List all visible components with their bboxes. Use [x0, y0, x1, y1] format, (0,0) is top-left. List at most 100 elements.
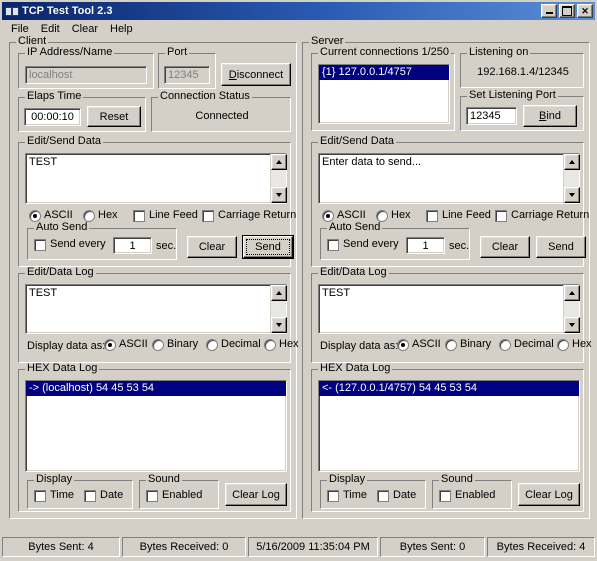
plug-connector-icon — [5, 4, 19, 18]
chevron-down-icon — [276, 323, 282, 327]
client-sound-group: Sound Enabled — [139, 474, 219, 509]
client-sound-enabled-label: Enabled — [162, 489, 203, 501]
server-clear-log-label: Clear Log — [525, 488, 573, 501]
server-display-date-label: Date — [393, 489, 417, 501]
server-connections-listbox[interactable]: {1} 127.0.0.1/4757 — [318, 64, 450, 124]
client-display-ascii-radio[interactable]: ASCII — [104, 338, 148, 351]
server-datalog-scrollbar[interactable] — [563, 285, 580, 333]
list-item[interactable]: {1} 127.0.0.1/4757 — [319, 65, 449, 80]
scroll-down-button[interactable] — [271, 187, 287, 203]
client-display-hex-radio[interactable]: Hex — [264, 338, 299, 351]
server-display-time-label: Time — [343, 489, 368, 501]
chevron-down-icon — [569, 323, 575, 327]
maximize-button[interactable] — [559, 4, 575, 18]
client-display-date-checkbox[interactable]: Date — [84, 489, 123, 502]
server-send-scrollbar[interactable] — [563, 154, 580, 203]
server-listen-port-input[interactable]: 12345 — [466, 107, 517, 125]
server-clear-log-button[interactable]: Clear Log — [518, 483, 580, 506]
scroll-track[interactable] — [564, 301, 579, 317]
ip-address-input[interactable]: localhost — [25, 66, 147, 84]
disconnect-button[interactable]: Disconnect — [221, 63, 291, 86]
status-server-bytes-received: Bytes Received: 4 — [487, 537, 595, 557]
server-display-options-group: Display Time Date — [320, 474, 426, 509]
server-display-ascii-radio[interactable]: ASCII — [397, 338, 441, 351]
minimize-button[interactable] — [541, 4, 557, 18]
server-hexlog-listbox[interactable]: <- (127.0.0.1/4757) 54 45 53 54 — [318, 380, 580, 472]
server-carriage-return-label: Carriage Return — [511, 209, 590, 221]
server-display-hex-radio[interactable]: Hex — [557, 338, 592, 351]
status-client-bytes-received: Bytes Received: 0 — [122, 537, 246, 557]
client-datalog-scrollbar[interactable] — [270, 285, 287, 333]
scroll-track[interactable] — [271, 170, 286, 187]
scroll-up-button[interactable] — [271, 154, 287, 170]
radio-dot-icon — [499, 338, 511, 351]
elapsed-time-group-label: Elaps Time — [25, 90, 84, 102]
scroll-up-button[interactable] — [564, 285, 580, 301]
client-send-scrollbar[interactable] — [270, 154, 287, 203]
server-line-feed-checkbox[interactable]: Line Feed — [426, 209, 491, 222]
client-clear-log-button[interactable]: Clear Log — [225, 483, 287, 506]
client-send-sec-label: sec. — [156, 240, 177, 252]
client-send-textarea[interactable]: TEST — [25, 153, 287, 204]
client-send-button[interactable]: Send — [242, 235, 294, 259]
client-datalog-group-label: Edit/Data Log — [25, 266, 96, 278]
elapsed-time-value: 00:00:10 — [24, 108, 81, 126]
client-display-binary-radio[interactable]: Binary — [152, 338, 198, 351]
server-send-every-checkbox[interactable]: Send every — [327, 238, 399, 251]
connection-status-group-label: Connection Status — [158, 90, 252, 102]
client-display-decimal-label: Decimal — [221, 338, 261, 350]
disconnect-button-mnemonic: D — [228, 68, 237, 81]
client-send-group-label: Edit/Send Data — [25, 135, 103, 147]
scroll-down-button[interactable] — [271, 317, 287, 333]
scroll-down-button[interactable] — [564, 317, 580, 333]
client-format-hex-radio[interactable]: Hex — [83, 209, 118, 222]
client-hexlog-listbox[interactable]: -> (localhost) 54 45 53 54 — [25, 380, 287, 472]
server-display-as-label: Display data as: — [320, 340, 399, 352]
server-display-binary-radio[interactable]: Binary — [445, 338, 491, 351]
bind-button[interactable]: Bind — [523, 105, 577, 127]
server-sound-enabled-checkbox[interactable]: Enabled — [439, 489, 495, 502]
scroll-track[interactable] — [564, 170, 579, 187]
server-display-decimal-radio[interactable]: Decimal — [499, 338, 554, 351]
client-display-decimal-radio[interactable]: Decimal — [206, 338, 261, 351]
server-format-hex-radio[interactable]: Hex — [376, 209, 411, 222]
server-sound-group-label: Sound — [439, 473, 475, 485]
connection-status-group: Connection Status Connected — [151, 91, 291, 132]
client-datalog-textarea[interactable]: TEST — [25, 284, 287, 334]
list-item[interactable]: <- (127.0.0.1/4757) 54 45 53 54 — [319, 381, 579, 396]
client-sound-enabled-checkbox[interactable]: Enabled — [146, 489, 202, 502]
close-button[interactable]: ✕ — [577, 4, 593, 18]
server-clear-button[interactable]: Clear — [480, 236, 530, 258]
client-line-feed-checkbox[interactable]: Line Feed — [133, 209, 198, 222]
server-datalog-textarea[interactable]: TEST — [318, 284, 580, 334]
scroll-up-button[interactable] — [564, 154, 580, 170]
server-display-date-checkbox[interactable]: Date — [377, 489, 416, 502]
client-send-every-checkbox[interactable]: Send every — [34, 238, 106, 251]
port-input[interactable]: 12345 — [164, 66, 210, 84]
server-carriage-return-checkbox[interactable]: Carriage Return — [495, 209, 589, 222]
client-display-time-checkbox[interactable]: Time — [34, 489, 74, 502]
client-display-options-group: Display Time Date — [27, 474, 133, 509]
client-hexlog-group: HEX Data Log -> (localhost) 54 45 53 54 … — [18, 363, 291, 512]
server-display-time-checkbox[interactable]: Time — [327, 489, 367, 502]
server-send-group-label: Edit/Send Data — [318, 135, 396, 147]
client-send-interval-input[interactable]: 1 — [113, 237, 152, 254]
list-item[interactable]: -> (localhost) 54 45 53 54 — [26, 381, 286, 396]
client-send-every-label: Send every — [50, 238, 106, 250]
scroll-down-button[interactable] — [564, 187, 580, 203]
reset-button[interactable]: Reset — [87, 106, 141, 127]
scroll-up-button[interactable] — [271, 285, 287, 301]
server-send-interval-input[interactable]: 1 — [406, 237, 445, 254]
client-display-time-label: Time — [50, 489, 75, 501]
chevron-up-icon — [569, 160, 575, 164]
scroll-track[interactable] — [271, 301, 286, 317]
client-carriage-return-checkbox[interactable]: Carriage Return — [202, 209, 296, 222]
checkbox-icon — [146, 489, 158, 502]
server-send-button[interactable]: Send — [536, 236, 586, 258]
menu-item-clear[interactable]: Clear — [66, 22, 104, 37]
client-send-button-label: Send — [255, 241, 281, 253]
client-clear-button[interactable]: Clear — [187, 236, 237, 258]
server-send-textarea[interactable]: Enter data to send... — [318, 153, 580, 204]
server-connections-group: Current connections 1/250 {1} 127.0.0.1/… — [311, 47, 455, 131]
menu-item-help[interactable]: Help — [104, 22, 139, 37]
